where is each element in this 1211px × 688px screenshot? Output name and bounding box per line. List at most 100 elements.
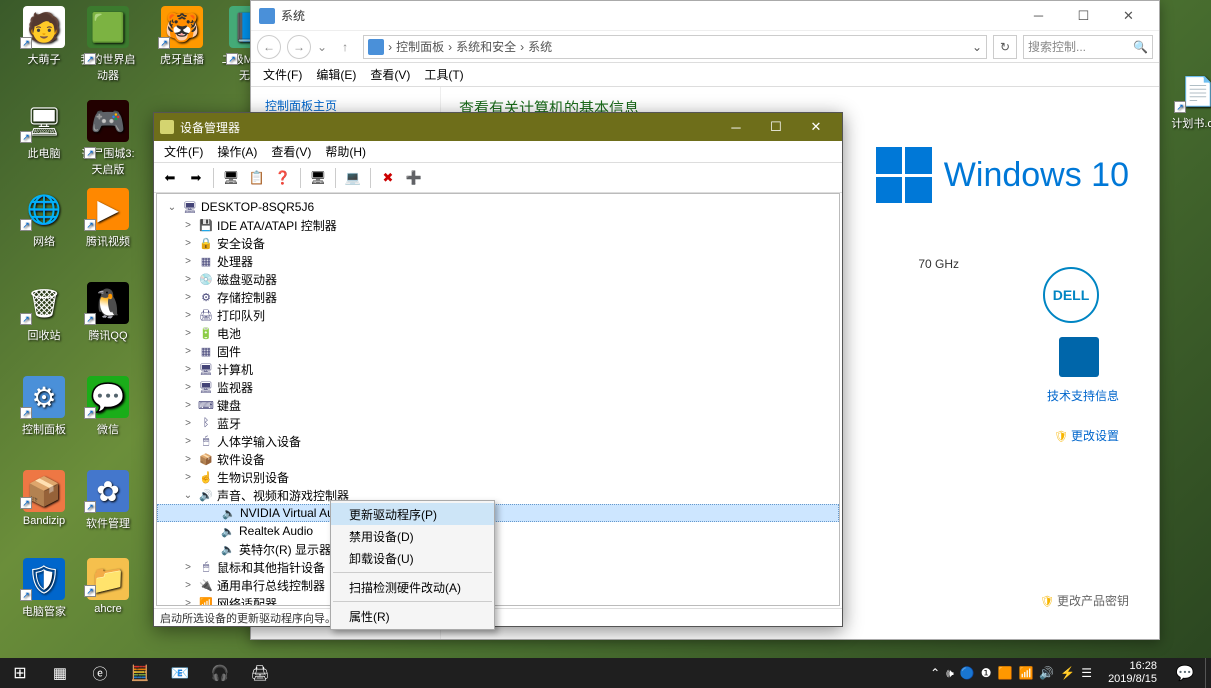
tree-node[interactable]: >▦处理器 (157, 252, 839, 270)
desktop-icon[interactable]: 🎮↗丧尸围城3:天启版 (78, 100, 138, 177)
tree-node[interactable]: 🔈Realtek Audio (157, 522, 839, 540)
tray-icon[interactable]: 🔵 (960, 666, 975, 680)
refresh-button[interactable]: ↻ (993, 35, 1017, 59)
taskbar-button[interactable]: 🖨 (240, 658, 280, 688)
change-product-key-link[interactable]: 更改产品密钥 (1040, 592, 1129, 609)
tree-node[interactable]: ⌄🔊声音、视频和游戏控制器 (157, 486, 839, 504)
toolbar-button[interactable]: 💻 (341, 166, 365, 190)
toolbar-button[interactable]: ➕ (402, 166, 426, 190)
context-menu-item[interactable]: 卸载设备(U) (331, 547, 494, 569)
tree-node[interactable]: >🔋电池 (157, 324, 839, 342)
taskbar-button[interactable]: 📧 (160, 658, 200, 688)
tech-support-link[interactable]: 技术支持信息 (1047, 387, 1119, 404)
context-menu[interactable]: 更新驱动程序(P)禁用设备(D)卸载设备(U)扫描检测硬件改动(A)属性(R) (330, 500, 495, 630)
expand-icon[interactable]: > (181, 292, 195, 303)
change-settings-link[interactable]: 更改设置 (1054, 427, 1119, 444)
tree-node[interactable]: >📶网络适配器 (157, 594, 839, 606)
search-box[interactable]: 搜索控制... 🔍 (1023, 35, 1153, 59)
tray-icon[interactable]: 🕪 (946, 666, 954, 681)
crumb[interactable]: 系统和安全 (456, 38, 516, 55)
breadcrumbs[interactable]: › 控制面板› 系统和安全› 系统 ⌄ (363, 35, 987, 59)
tree-node[interactable]: >☝生物识别设备 (157, 468, 839, 486)
toolbar-button[interactable]: ✖ (376, 166, 400, 190)
expand-icon[interactable]: ⌄ (181, 490, 195, 501)
expand-icon[interactable]: > (181, 598, 195, 607)
context-menu-item[interactable]: 扫描检测硬件改动(A) (331, 576, 494, 598)
desktop-icon[interactable]: 🖥↗此电脑 (14, 100, 74, 161)
nav-up[interactable]: ↑ (333, 35, 357, 59)
tree-node[interactable]: >🖥监视器 (157, 378, 839, 396)
dm-titlebar[interactable]: 设备管理器 ─ ☐ ✕ (154, 113, 842, 141)
close-button[interactable]: ✕ (1106, 1, 1151, 30)
taskbar-button[interactable]: 🧮 (120, 658, 160, 688)
desktop-icon[interactable]: 🛡↗电脑管家 (14, 558, 74, 619)
taskbar-button[interactable]: ▦ (40, 658, 80, 688)
desktop-icon[interactable]: ⚙↗控制面板 (14, 376, 74, 437)
action-center-button[interactable]: 💬 (1165, 658, 1205, 688)
tray-icon[interactable]: 🟧 (997, 666, 1012, 680)
dm-close-button[interactable]: ✕ (796, 114, 836, 141)
menu-item[interactable]: 文件(F) (164, 143, 203, 160)
tree-node[interactable]: >📦软件设备 (157, 450, 839, 468)
expand-icon[interactable]: > (181, 328, 195, 339)
tree-node[interactable]: >🔒安全设备 (157, 234, 839, 252)
tray-icon[interactable]: ⌃ (930, 666, 940, 680)
desktop-icon[interactable]: 📁↗ahcre (78, 558, 138, 615)
tree-node[interactable]: >ᛒ蓝牙 (157, 414, 839, 432)
menu-item[interactable]: 工具(T) (424, 66, 463, 83)
desktop-icon[interactable]: 🧑↗大萌子 (14, 6, 74, 67)
expand-icon[interactable]: > (181, 256, 195, 267)
expand-icon[interactable]: > (181, 454, 195, 465)
context-menu-item[interactable]: 禁用设备(D) (331, 525, 494, 547)
nav-back[interactable]: ← (257, 35, 281, 59)
expand-icon[interactable]: > (181, 364, 195, 375)
start-button[interactable]: ⊞ (0, 658, 40, 688)
expand-icon[interactable]: > (181, 472, 195, 483)
dm-maximize-button[interactable]: ☐ (756, 114, 796, 141)
expand-icon[interactable]: > (181, 400, 195, 411)
expand-icon[interactable]: > (181, 436, 195, 447)
expand-icon[interactable]: > (181, 310, 195, 321)
tree-node[interactable]: >🔌通用串行总线控制器 (157, 576, 839, 594)
addr-dropdown[interactable]: ⌄ (972, 40, 982, 54)
show-desktop-button[interactable] (1205, 658, 1211, 688)
toolbar-button[interactable]: 📋 (245, 166, 269, 190)
tray-icon[interactable]: ⚡ (1060, 666, 1075, 680)
expand-icon[interactable]: > (181, 418, 195, 429)
menu-item[interactable]: 编辑(E) (316, 66, 356, 83)
nav-forward[interactable]: → (287, 35, 311, 59)
context-menu-item[interactable]: 属性(R) (331, 605, 494, 627)
toolbar-button[interactable]: ❓ (271, 166, 295, 190)
toolbar-button[interactable]: ⬅ (158, 166, 182, 190)
tree-node[interactable]: >🖱人体学输入设备 (157, 432, 839, 450)
expand-icon[interactable]: ⌄ (165, 202, 179, 213)
expand-icon[interactable]: > (181, 562, 195, 573)
desktop-icon[interactable]: 🐧↗腾讯QQ (78, 282, 138, 343)
expand-icon[interactable]: > (181, 238, 195, 249)
crumb[interactable]: 系统 (528, 38, 552, 55)
desktop-icon[interactable]: ✿↗软件管理 (78, 470, 138, 531)
toolbar-button[interactable]: ➡ (184, 166, 208, 190)
desktop-icon[interactable]: 📦↗Bandizip (14, 470, 74, 527)
taskbar-button[interactable]: 🎧 (200, 658, 240, 688)
tree-node[interactable]: >🖱鼠标和其他指针设备 (157, 558, 839, 576)
desktop-icon[interactable]: ▶↗腾讯视频 (78, 188, 138, 249)
expand-icon[interactable]: > (181, 274, 195, 285)
taskbar-clock[interactable]: 16:28 2019/8/15 (1100, 660, 1165, 686)
maximize-button[interactable]: ☐ (1061, 1, 1106, 30)
device-tree[interactable]: ⌄🖥DESKTOP-8SQR5J6>💾IDE ATA/ATAPI 控制器>🔒安全… (156, 193, 840, 606)
desktop-icon[interactable]: 🗑↗回收站 (14, 282, 74, 343)
desktop-icon[interactable]: 🟩↗我的世界启动器 (78, 6, 138, 83)
tree-node[interactable]: >▦固件 (157, 342, 839, 360)
tree-node[interactable]: >⚙存储控制器 (157, 288, 839, 306)
search-icon[interactable]: 🔍 (1133, 40, 1148, 54)
crumb[interactable]: 控制面板 (396, 38, 444, 55)
tree-node[interactable]: >⌨键盘 (157, 396, 839, 414)
nav-dropdown[interactable]: ⌄ (317, 40, 327, 54)
taskbar-button[interactable]: ⓔ (80, 658, 120, 688)
menu-item[interactable]: 文件(F) (263, 66, 302, 83)
tree-node[interactable]: >💾IDE ATA/ATAPI 控制器 (157, 216, 839, 234)
desktop-icon[interactable]: 🐯↗虎牙直播 (152, 6, 212, 67)
menu-item[interactable]: 查看(V) (271, 143, 311, 160)
tree-node[interactable]: 🔈英特尔(R) 显示器音 (157, 540, 839, 558)
